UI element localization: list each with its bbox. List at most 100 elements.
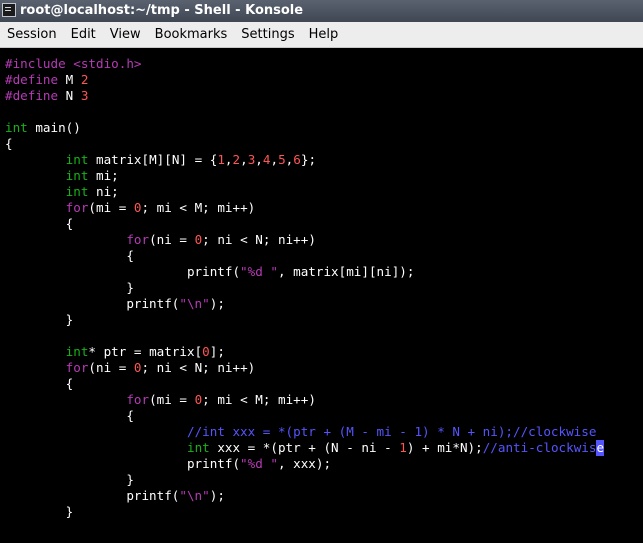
terminal-line: } (5, 504, 604, 520)
code-token: int (65, 168, 89, 183)
terminal-text[interactable]: #include <stdio.h> #define M 2 #define N 3… (5, 56, 605, 520)
code-token: <stdio.h> (73, 56, 142, 71)
code-token: , (224, 152, 233, 167)
code-token: , (255, 152, 263, 167)
menu-bar: Session Edit View Bookmarks Settings Hel… (0, 22, 643, 48)
code-token: { (5, 408, 134, 423)
konsole-app-icon[interactable] (2, 3, 16, 17)
code-token: ; mi < M; mi++) (202, 392, 316, 407)
menu-session[interactable]: Session (0, 22, 64, 48)
code-token: int (186, 440, 210, 455)
code-token: #define (5, 88, 66, 103)
code-token: 5 (278, 152, 286, 167)
code-token: (ni = (149, 232, 195, 247)
code-token: 0 (133, 200, 142, 215)
terminal-line: int ni; (5, 184, 604, 200)
code-token: 1 (399, 440, 407, 455)
terminal-line: } (5, 472, 604, 488)
code-token: { (5, 136, 13, 151)
code-token: (mi = (149, 392, 195, 407)
terminal-line: #include <stdio.h> (5, 56, 604, 72)
terminal-line: int xxx = *(ptr + (N - ni - 1) + mi*N);/… (5, 440, 605, 456)
code-token: { (5, 376, 74, 391)
code-token: //anti-clockwis (482, 440, 597, 455)
code-token: 1 (217, 152, 225, 167)
code-token: int (65, 152, 89, 167)
terminal-line: { (5, 136, 604, 152)
code-token: , xxx); (277, 456, 332, 471)
code-token: ; mi < M; mi++) (141, 200, 256, 215)
text-cursor: e (596, 440, 605, 456)
code-token: printf( (5, 296, 180, 311)
code-token: (mi = (88, 200, 134, 215)
code-token: printf( (5, 264, 241, 279)
menu-edit[interactable]: Edit (64, 22, 103, 48)
code-token: 2 (232, 152, 241, 167)
terminal-line: { (5, 408, 604, 424)
terminal-line: int main() (5, 120, 604, 136)
terminal-line: { (5, 248, 604, 264)
code-token: for (65, 360, 89, 375)
code-token: 2 (80, 72, 89, 87)
code-token: int (65, 344, 89, 359)
code-token: , (240, 152, 248, 167)
terminal-line: #define N 3 (5, 88, 604, 104)
code-token: ]; (209, 344, 225, 359)
terminal-line: for(mi = 0; mi < M; mi++) (5, 392, 604, 408)
code-token: N (65, 88, 81, 103)
code-token: ); (209, 296, 225, 311)
menu-help[interactable]: Help (302, 22, 346, 48)
code-token: "\n" (179, 488, 210, 503)
code-token: }; (300, 152, 317, 167)
code-token: (ni = (88, 360, 134, 375)
terminal-line: } (5, 312, 604, 328)
code-token: mi; (88, 168, 119, 183)
code-token: for (126, 232, 150, 247)
terminal-line: int matrix[M][N] = {1,2,3,4,5,6}; (5, 152, 604, 168)
menu-bookmarks[interactable]: Bookmarks (148, 22, 235, 48)
terminal-line: //int xxx = *(ptr + (M - mi - 1) * N + n… (5, 424, 604, 440)
code-token: #define (5, 72, 66, 87)
terminal-line: { (5, 216, 604, 232)
code-token: xxx = *(ptr + (N - ni - (209, 440, 400, 455)
terminal-line: for(ni = 0; ni < N; ni++) (5, 360, 604, 376)
terminal-line: for(mi = 0; mi < M; mi++) (5, 200, 604, 216)
code-token: int (5, 120, 28, 135)
code-token: #include (5, 56, 74, 71)
window-title: root@localhost:~/tmp - Shell - Konsole (20, 3, 304, 18)
code-token: matrix[M][N] = { (88, 152, 218, 167)
code-token: ) + mi*N); (406, 440, 483, 455)
code-token: } (5, 504, 74, 519)
code-token: ; ni < N; ni++) (202, 232, 316, 247)
code-token: ); (209, 488, 225, 503)
code-token: { (5, 248, 134, 263)
terminal-area[interactable]: #include <stdio.h> #define M 2 #define N 3… (0, 48, 643, 543)
menu-settings[interactable]: Settings (234, 22, 301, 48)
code-token: , (270, 152, 279, 167)
terminal-line: printf("\n"); (5, 296, 604, 312)
terminal-line: #define M 2 (5, 72, 604, 88)
menu-view[interactable]: View (103, 22, 148, 48)
code-token: for (65, 200, 89, 215)
code-token: for (126, 392, 150, 407)
code-token: 3 (80, 88, 89, 103)
code-token: //int xxx = *(ptr + (M - mi - 1) * N + n… (186, 424, 597, 439)
code-token: ; ni < N; ni++) (141, 360, 256, 375)
code-token: printf( (5, 456, 241, 471)
code-token: "%d " (240, 264, 278, 279)
code-token: , matrix[mi][ni]); (277, 264, 415, 279)
code-token: { (5, 216, 74, 231)
code-token: 0 (133, 360, 142, 375)
code-token: "\n" (179, 296, 210, 311)
code-token: "%d " (240, 456, 278, 471)
